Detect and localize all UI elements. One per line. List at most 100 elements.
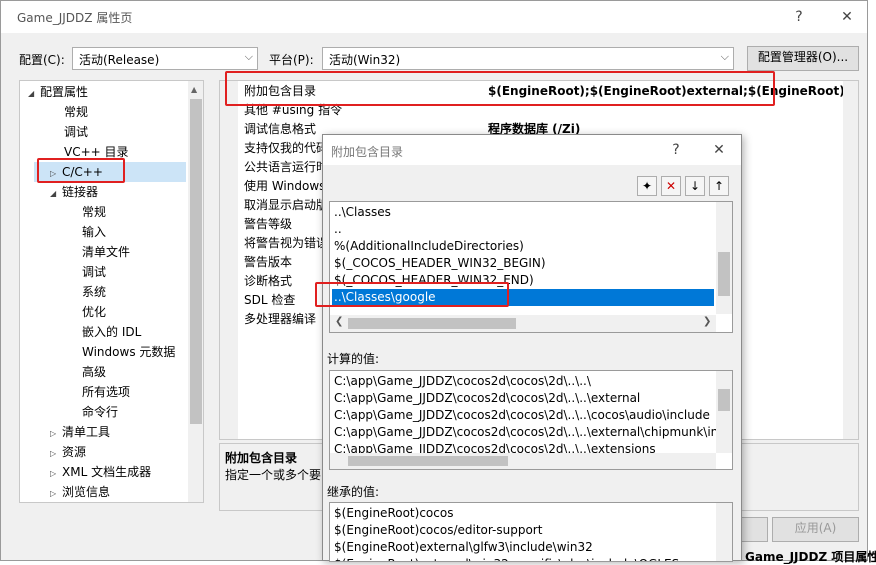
tree-item[interactable]: 常规 <box>82 202 106 222</box>
platform-select[interactable]: 活动(Win32) ⌵ <box>322 47 734 70</box>
tree-item[interactable]: ◢ 配置属性 <box>28 82 88 102</box>
tree-item-label: 高级 <box>82 365 107 379</box>
grid-key: 公共语言运行时 <box>244 160 329 174</box>
computed-values-list: C:\app\Game_JJDDZ\cocos2d\cocos\2d\..\..… <box>329 370 733 470</box>
computed-item: C:\app\Game_JJDDZ\cocos2d\cocos\2d\..\..… <box>334 374 591 388</box>
sub-close-button[interactable]: ✕ <box>709 140 729 160</box>
tree-item[interactable]: Windows 元数据 <box>82 342 175 362</box>
scroll-up-icon[interactable]: ▲ <box>191 85 197 94</box>
new-line-icon[interactable]: ✦ <box>637 176 657 196</box>
tree-item[interactable]: 调试 <box>82 262 106 282</box>
grid-key: 调试信息格式 <box>244 122 317 136</box>
tree-item-label: XML 文档生成器 <box>62 465 152 479</box>
tree-item-label: 常规 <box>64 105 89 119</box>
tree-item-label: Windows 元数据 <box>82 345 176 359</box>
tree-item[interactable]: 优化 <box>82 302 106 322</box>
tree-item-label: 命令行 <box>82 405 119 419</box>
tree-item[interactable]: 清单文件 <box>82 242 130 262</box>
property-tree: ▲ ◢ 配置属性 常规 调试 VC++ 目录 ▷ C/C++ ◢ 链接器 常规 输入 清单文件 调试 系统… <box>19 80 204 503</box>
tree-scrollbar[interactable]: ▲ <box>188 81 203 502</box>
list-item[interactable]: $(_COCOS_HEADER_WIN32_BEGIN) <box>334 255 546 272</box>
tree-item[interactable]: 调试 <box>64 122 88 142</box>
grid-key: 多处理器编译 <box>244 312 317 326</box>
grid-scrollbar[interactable] <box>843 81 858 439</box>
inherited-item: $(EngineRoot)external\glfw3\include\win3… <box>334 540 593 554</box>
collapsed-arrow-icon[interactable]: ▷ <box>50 464 62 484</box>
scroll-thumb[interactable] <box>718 389 730 411</box>
scroll-thumb[interactable] <box>348 318 516 329</box>
inherited-item: $(EngineRoot)cocos <box>334 506 454 520</box>
tree-item-label: 清单工具 <box>62 425 111 439</box>
config-select[interactable]: 活动(Release) ⌵ <box>72 47 258 70</box>
computed-item: C:\app\Game_JJDDZ\cocos2d\cocos\2d\..\..… <box>334 391 641 405</box>
scroll-thumb[interactable] <box>718 252 730 296</box>
inherited-item: $(EngineRoot)external\win32-specific\gle… <box>334 556 679 561</box>
expanded-arrow-icon[interactable]: ◢ <box>50 184 62 204</box>
config-manager-button[interactable]: 配置管理器(O)... <box>747 46 859 71</box>
tree-item[interactable]: ▷ 清单工具 <box>50 422 110 442</box>
tree-item[interactable]: 嵌入的 IDL <box>82 322 141 342</box>
scroll-thumb[interactable] <box>190 99 202 424</box>
chevron-down-icon: ⌵ <box>720 50 729 63</box>
tree-item[interactable]: 常规 <box>64 102 88 122</box>
tree-item-label: 资源 <box>62 445 87 459</box>
expanded-arrow-icon[interactable]: ◢ <box>28 84 40 104</box>
scroll-right-icon[interactable]: ❯ <box>703 316 711 327</box>
apply-button[interactable]: 应用(A) <box>772 517 859 542</box>
move-up-icon[interactable]: ↑ <box>709 176 729 196</box>
grid-key: 使用 Windows <box>244 179 326 193</box>
tree-item-label: VC++ 目录 <box>64 145 129 159</box>
tree-item-label: 优化 <box>82 305 107 319</box>
list-item[interactable]: %(AdditionalIncludeDirectories) <box>334 238 524 255</box>
collapsed-arrow-icon[interactable]: ▷ <box>50 484 62 502</box>
scroll-left-icon[interactable]: ❮ <box>335 316 343 327</box>
list-scrollbar[interactable] <box>716 202 732 314</box>
computed-scrollbar[interactable] <box>716 371 732 453</box>
tree-item-label: 所有选项 <box>82 385 131 399</box>
grid-key: 警告版本 <box>244 255 293 269</box>
computed-item: C:\app\Game_JJDDZ\cocos2d\cocos\2d\..\..… <box>334 408 710 422</box>
move-down-icon[interactable]: ↓ <box>685 176 705 196</box>
grid-key: 将警告视为错误 <box>244 236 329 250</box>
grid-key: 诊断格式 <box>244 274 293 288</box>
tree-item-label: 嵌入的 IDL <box>82 325 142 339</box>
tree-item[interactable]: 输入 <box>82 222 106 242</box>
grid-key: SDL 检查 <box>244 293 296 307</box>
tree-item-label: 链接器 <box>62 185 99 199</box>
highlight-box <box>315 282 509 307</box>
chevron-down-icon: ⌵ <box>244 50 253 63</box>
tree-item[interactable]: ▷ 浏览信息 <box>50 482 110 502</box>
tree-item-label: 调试 <box>64 125 89 139</box>
inherited-scrollbar[interactable] <box>716 503 732 561</box>
close-button[interactable]: ✕ <box>837 7 857 27</box>
desc-title: 附加包含目录 <box>225 451 298 465</box>
help-button[interactable]: ? <box>789 7 809 27</box>
inherited-item: $(EngineRoot)cocos/editor-support <box>334 523 543 537</box>
title-bar: Game_JJDDZ 属性页 ? ✕ <box>1 1 867 33</box>
highlight-box <box>37 158 125 183</box>
collapsed-arrow-icon[interactable]: ▷ <box>50 444 62 464</box>
inherited-values-list: $(EngineRoot)cocos $(EngineRoot)cocos/edi… <box>329 502 733 562</box>
computed-hscrollbar[interactable] <box>330 453 716 469</box>
scroll-thumb[interactable] <box>348 456 508 466</box>
list-hscrollbar[interactable]: ❮ ❯ <box>330 315 716 332</box>
tree-item-label: 常规 <box>82 205 107 219</box>
tree-item[interactable]: ▷ 资源 <box>50 442 86 462</box>
list-item[interactable]: ..\Classes <box>334 204 391 221</box>
tree-item[interactable]: 高级 <box>82 362 106 382</box>
collapsed-arrow-icon[interactable]: ▷ <box>50 424 62 444</box>
delete-icon[interactable]: ✕ <box>661 176 681 196</box>
include-dirs-list[interactable]: ..\Classes.. %(AdditionalIncludeDirectori… <box>329 201 733 333</box>
tree-item[interactable]: ◢ 链接器 <box>50 182 98 202</box>
tree-item-label: 浏览信息 <box>62 485 111 499</box>
grid-key: 支持仅我的代码 <box>244 141 329 155</box>
list-item[interactable]: .. <box>334 221 342 238</box>
grid-key: 警告等级 <box>244 217 293 231</box>
tree-item[interactable]: 系统 <box>82 282 106 302</box>
tree-item-label: 清单文件 <box>82 245 131 259</box>
tree-item[interactable]: 命令行 <box>82 402 118 422</box>
tree-item[interactable]: ▷ XML 文档生成器 <box>50 462 151 482</box>
tree-item[interactable]: 所有选项 <box>82 382 130 402</box>
sub-help-button[interactable]: ? <box>666 140 686 160</box>
inherited-label: 继承的值: <box>327 485 380 499</box>
